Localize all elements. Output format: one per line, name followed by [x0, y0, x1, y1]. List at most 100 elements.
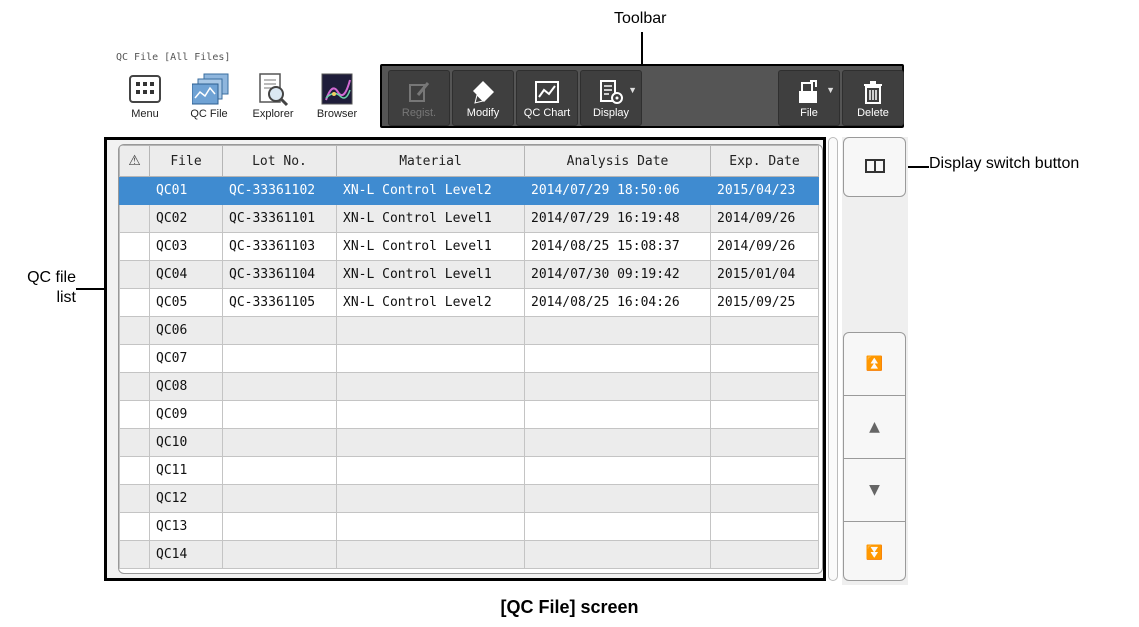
cell-material: XN-L Control Level1: [336, 232, 525, 261]
row-flag-cell: [119, 204, 150, 233]
cell-exp-date: [710, 428, 819, 457]
menu-button[interactable]: Menu: [114, 64, 176, 128]
display-dropdown-caret-icon: ▼: [628, 85, 637, 95]
cell-file: QC05: [149, 288, 223, 317]
cell-lot: [222, 344, 337, 373]
table-row[interactable]: QC14: [119, 540, 819, 569]
table-row[interactable]: QC09: [119, 400, 819, 429]
file-column-header[interactable]: File: [149, 145, 223, 177]
lot-column-header[interactable]: Lot No.: [222, 145, 337, 177]
table-row[interactable]: QC06: [119, 316, 819, 345]
explorer-button[interactable]: Explorer: [242, 64, 304, 128]
qc-file-list-callout-line2: list: [56, 289, 76, 306]
figure-caption: [QC File] screen: [500, 597, 639, 617]
cell-lot: [222, 484, 337, 513]
analysis-date-column-header[interactable]: Analysis Date: [524, 145, 711, 177]
cell-exp-date: 2015/04/23: [710, 176, 819, 205]
delete-button[interactable]: Delete: [842, 70, 904, 126]
table-row[interactable]: QC04 QC-33361104 XN-L Control Level1 2014/0…: [119, 260, 819, 289]
toolbar-callout-line: [641, 32, 643, 64]
cell-material: [336, 540, 525, 569]
cell-file: QC04: [149, 260, 223, 289]
table-row[interactable]: QC02 QC-33361101 XN-L Control Level1 2014/0…: [119, 204, 819, 233]
cell-file: QC06: [149, 316, 223, 345]
table-row[interactable]: QC11: [119, 456, 819, 485]
cell-file: QC12: [149, 484, 223, 513]
cell-file: QC14: [149, 540, 223, 569]
exp-date-column-header[interactable]: Exp. Date: [710, 145, 819, 177]
qc-file-list-callout-label: QC file list: [6, 268, 76, 308]
file-button[interactable]: ▼ File: [778, 70, 840, 126]
scroll-top-button[interactable]: ⏫: [844, 333, 905, 396]
cell-exp-date: [710, 316, 819, 345]
cell-material: [336, 344, 525, 373]
table-header-row: ⚠ File Lot No. Material Analysis Date Ex…: [119, 145, 819, 177]
cell-file: QC09: [149, 400, 223, 429]
cell-file: QC07: [149, 344, 223, 373]
file-export-icon: [796, 79, 822, 105]
display-switch-button[interactable]: [843, 137, 906, 197]
cell-material: [336, 428, 525, 457]
regist-button-label: Regist.: [401, 107, 437, 119]
table-row[interactable]: QC05 QC-33361105 XN-L Control Level2 2014/0…: [119, 288, 819, 317]
table-row[interactable]: QC13: [119, 512, 819, 541]
table-row[interactable]: QC01 QC-33361102 XN-L Control Level2 2014/0…: [119, 176, 819, 205]
cell-analysis-date: 2014/07/30 09:19:42: [524, 260, 711, 289]
modify-icon: [470, 79, 496, 105]
qc-file-button-label: QC File: [190, 108, 228, 120]
scroll-down-button[interactable]: ▼: [844, 459, 905, 522]
qc-file-button[interactable]: QC File: [178, 64, 240, 128]
cell-exp-date: [710, 456, 819, 485]
display-button[interactable]: ▼ Display: [580, 70, 642, 126]
cell-material: XN-L Control Level1: [336, 204, 525, 233]
grid-menu-icon: [128, 72, 162, 106]
regist-icon: [406, 79, 432, 105]
table-row[interactable]: QC12: [119, 484, 819, 513]
table-row[interactable]: QC03 QC-33361103 XN-L Control Level1 2014/0…: [119, 232, 819, 261]
browser-button[interactable]: Browser: [306, 64, 368, 128]
scroll-top-icon: ⏫: [865, 356, 884, 372]
cell-exp-date: [710, 344, 819, 373]
table-row[interactable]: QC10: [119, 428, 819, 457]
cell-analysis-date: [524, 372, 711, 401]
list-scrollbar[interactable]: [828, 137, 838, 581]
cell-analysis-date: [524, 428, 711, 457]
cell-analysis-date: 2014/07/29 18:50:06: [524, 176, 711, 205]
row-flag-cell: [119, 540, 150, 569]
display-settings-icon: [598, 79, 624, 105]
table-row[interactable]: QC07: [119, 344, 819, 373]
cell-file: QC01: [149, 176, 223, 205]
cell-material: XN-L Control Level1: [336, 260, 525, 289]
qc-file-list-callout-line: [76, 288, 106, 290]
file-button-label: File: [800, 107, 818, 119]
cell-exp-date: 2014/09/26: [710, 204, 819, 233]
scroll-bottom-button[interactable]: ⏬: [844, 522, 905, 580]
scroll-up-button[interactable]: ▲: [844, 396, 905, 459]
screen-title: QC File [All Files]: [116, 52, 231, 63]
cell-analysis-date: 2014/07/29 16:19:48: [524, 204, 711, 233]
table-row[interactable]: QC08: [119, 372, 819, 401]
cell-analysis-date: [524, 512, 711, 541]
cell-material: [336, 316, 525, 345]
cell-file: QC08: [149, 372, 223, 401]
cell-lot: QC-33361101: [222, 204, 337, 233]
qc-file-list[interactable]: ⚠ File Lot No. Material Analysis Date Ex…: [118, 144, 823, 574]
material-column-header[interactable]: Material: [336, 145, 525, 177]
cell-material: [336, 484, 525, 513]
warning-column-header[interactable]: ⚠: [119, 145, 150, 177]
delete-button-label: Delete: [857, 107, 889, 119]
qc-chart-button[interactable]: QC Chart: [516, 70, 578, 126]
qc-chart-button-label: QC Chart: [523, 107, 571, 119]
scroll-bottom-icon: ⏬: [865, 545, 884, 561]
cell-material: [336, 512, 525, 541]
regist-button[interactable]: Regist.: [388, 70, 450, 126]
qc-file-icon: [191, 72, 229, 106]
modify-button[interactable]: Modify: [452, 70, 514, 126]
cell-lot: [222, 540, 337, 569]
scroll-up-icon: ▲: [869, 419, 880, 435]
row-flag-cell: [119, 232, 150, 261]
toolbar-callout-label: Toolbar: [614, 10, 667, 27]
cell-analysis-date: 2014/08/25 16:04:26: [524, 288, 711, 317]
cell-lot: [222, 456, 337, 485]
scroll-buttons-group: ⏫ ▲ ▼ ⏬: [843, 332, 906, 581]
